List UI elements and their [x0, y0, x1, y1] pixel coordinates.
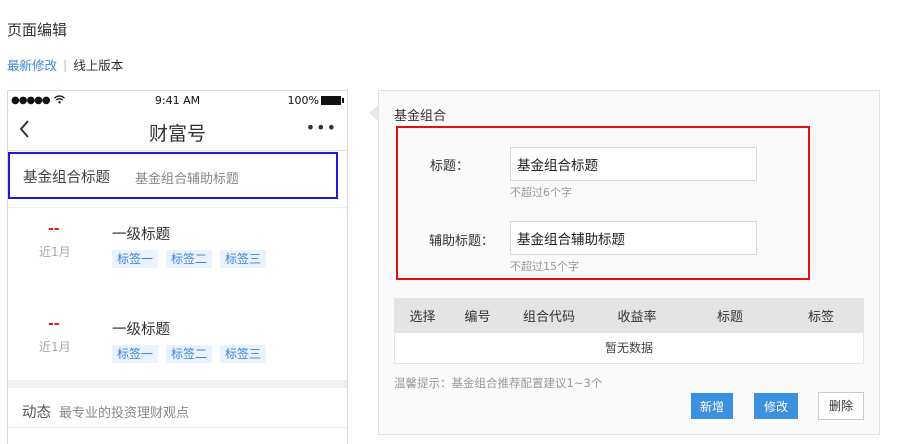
tag-list: 标签一 标签二 标签三: [112, 250, 274, 268]
battery-percent: 100%: [287, 94, 319, 107]
more-icon[interactable]: •••: [306, 118, 337, 137]
subtitle-input[interactable]: [510, 221, 757, 255]
title-input[interactable]: [510, 147, 757, 181]
column-header: 标题: [716, 310, 743, 325]
fund-item-title: 一级标题: [112, 227, 170, 243]
tag: 标签一: [112, 345, 159, 363]
version-tabs: 最新修改 | 线上版本: [7, 55, 123, 74]
nav-bar: 财富号 •••: [8, 111, 347, 151]
page-title: 页面编辑: [7, 21, 68, 39]
dynamic-section[interactable]: 动态 最专业的投资理财观点: [22, 401, 189, 422]
subtitle-label: 辅助标题：: [429, 234, 495, 249]
dynamic-subtitle: 最专业的投资理财观点: [59, 406, 190, 421]
fund-group-title: 基金组合标题: [23, 170, 110, 186]
battery-icon: [321, 96, 344, 105]
divider: [8, 207, 347, 208]
tag: 标签一: [112, 250, 159, 268]
fund-item-title: 一级标题: [112, 322, 170, 338]
subtitle-hint: 不超过15个字: [510, 260, 579, 273]
table-header: 选择 编号 组合代码 收益率 标题 标签: [394, 298, 864, 333]
tab-online[interactable]: 线上版本: [73, 55, 123, 74]
edit-button[interactable]: 修改: [754, 393, 798, 419]
tab-latest[interactable]: 最新修改: [7, 55, 57, 74]
fund-rate: --: [48, 221, 60, 237]
title-label: 标题：: [430, 159, 470, 174]
fund-list-item[interactable]: -- 近1月 一级标题 标签一 标签二 标签三: [8, 221, 347, 301]
add-button[interactable]: 新增: [691, 393, 733, 419]
tip-text: 温馨提示：基金组合推荐配置建议1~3个: [394, 376, 603, 390]
tab-separator: |: [63, 57, 68, 72]
delete-button[interactable]: 删除: [818, 392, 864, 420]
tag: 标签二: [166, 250, 213, 268]
column-header: 编号: [464, 310, 491, 325]
form-highlight: 标题： 不超过6个字 辅助标题： 不超过15个字: [396, 126, 810, 280]
fund-rate: --: [48, 316, 60, 332]
divider: [8, 427, 347, 428]
column-header: 组合代码: [522, 310, 575, 325]
fund-group-subtitle: 基金组合辅助标题: [135, 172, 240, 187]
tag-list: 标签一 标签二 标签三: [112, 345, 274, 363]
tag: 标签三: [220, 250, 267, 268]
title-hint: 不超过6个字: [510, 186, 572, 199]
fund-period: 近1月: [39, 340, 71, 354]
column-header: 收益率: [617, 310, 657, 325]
column-header: 标签: [807, 310, 834, 325]
tag: 标签二: [166, 345, 213, 363]
table-empty-row: 暂无数据: [394, 333, 864, 364]
tag: 标签三: [220, 345, 267, 363]
phone-preview: ●●●●● 9:41 AM 100% 财富号 ••• 基金组合标题 基金组合辅助…: [7, 90, 348, 444]
section-separator: [8, 380, 347, 388]
nav-title: 财富号: [148, 123, 206, 145]
status-bar: ●●●●● 9:41 AM 100%: [8, 91, 347, 111]
fund-group-header[interactable]: 基金组合标题 基金组合辅助标题: [8, 152, 338, 199]
fund-period: 近1月: [39, 245, 71, 259]
panel-heading: 基金组合: [394, 109, 447, 124]
column-header: 选择: [409, 310, 436, 325]
editor-panel: 基金组合 标题： 不超过6个字 辅助标题： 不超过15个字 选择 编号 组合代码…: [378, 90, 880, 435]
fund-table: 选择 编号 组合代码 收益率 标题 标签 暂无数据: [394, 298, 864, 364]
dynamic-title: 动态: [22, 405, 51, 421]
